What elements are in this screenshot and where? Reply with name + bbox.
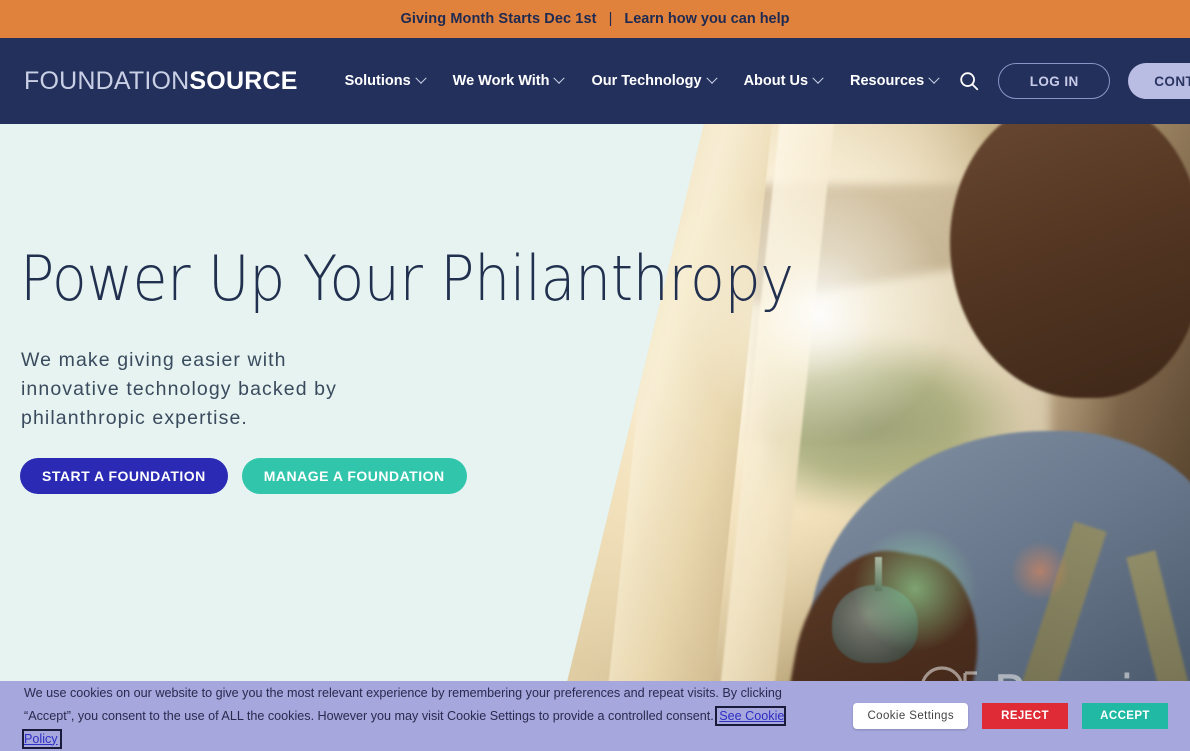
- hero-photo-lens-flare-green: [850, 524, 980, 654]
- main-navbar: FOUNDATIONSOURCE Solutions We Work With …: [0, 38, 1190, 124]
- nav-item-about-us[interactable]: About Us: [730, 72, 836, 89]
- site-logo[interactable]: FOUNDATIONSOURCE: [24, 66, 298, 95]
- nav-label-our-technology: Our Technology: [591, 73, 702, 89]
- hero-section: Power Up Your Philanthropy We make givin…: [0, 124, 1190, 751]
- hero-cta-group: START A FOUNDATION MANAGE A FOUNDATION: [20, 458, 467, 494]
- nav-item-solutions[interactable]: Solutions: [331, 72, 439, 89]
- hero-content: Power Up Your Philanthropy We make givin…: [20, 124, 794, 751]
- nav-item-our-technology[interactable]: Our Technology: [577, 72, 729, 89]
- promo-banner: Giving Month Starts Dec 1st | Learn how …: [0, 0, 1190, 38]
- chevron-down-icon: [553, 72, 566, 84]
- start-a-foundation-button[interactable]: START A FOUNDATION: [20, 458, 228, 494]
- chevron-down-icon: [705, 72, 718, 84]
- hero-subtitle: We make giving easier with innovative te…: [21, 346, 337, 433]
- cookie-consent-paragraph: We use cookies on our website to give yo…: [24, 685, 782, 723]
- nav-item-we-work-with[interactable]: We Work With: [439, 72, 578, 89]
- chevron-down-icon: [928, 72, 940, 84]
- nav-item-resources[interactable]: Resources: [836, 72, 952, 89]
- page-title: Power Up Your Philanthropy: [20, 242, 794, 315]
- nav-label-resources: Resources: [850, 73, 925, 89]
- logo-text-source: SOURCE: [189, 66, 298, 95]
- navbar-actions: LOG IN CONTACT: [952, 63, 1190, 99]
- hero-subtitle-line-3: philanthropic expertise.: [21, 407, 248, 429]
- promo-learn-more-link[interactable]: Learn how you can help: [624, 11, 789, 27]
- cookie-accept-button[interactable]: ACCEPT: [1082, 703, 1168, 729]
- contact-button[interactable]: CONTACT: [1128, 63, 1190, 99]
- nav-label-solutions: Solutions: [344, 73, 411, 89]
- nav-label-we-work-with: We Work With: [452, 73, 550, 89]
- logo-text-foundation: FOUNDATION: [24, 66, 190, 95]
- search-icon[interactable]: [952, 64, 986, 98]
- chevron-down-icon: [414, 72, 427, 84]
- nav-label-about-us: About Us: [743, 73, 809, 89]
- hero-subtitle-line-1: We make giving easier with: [21, 349, 287, 371]
- hero-subtitle-line-2: innovative technology backed by: [21, 378, 337, 400]
- chevron-down-icon: [812, 72, 824, 84]
- manage-a-foundation-button[interactable]: MANAGE A FOUNDATION: [241, 458, 467, 494]
- cookie-settings-button[interactable]: Cookie Settings: [853, 703, 968, 729]
- cookie-consent-text: We use cookies on our website to give yo…: [21, 682, 814, 751]
- promo-message: Giving Month Starts Dec 1st: [400, 11, 597, 27]
- promo-separator: |: [608, 11, 613, 27]
- cookie-actions: Cookie Settings REJECT ACCEPT: [853, 703, 1168, 729]
- cookie-reject-button[interactable]: REJECT: [982, 703, 1068, 729]
- primary-navigation: Solutions We Work With Our Technology Ab…: [331, 72, 953, 89]
- login-button[interactable]: LOG IN: [998, 63, 1111, 99]
- hero-photo-lens-flare-orange: [1010, 541, 1070, 601]
- cookie-consent-banner: We use cookies on our website to give yo…: [0, 681, 1190, 751]
